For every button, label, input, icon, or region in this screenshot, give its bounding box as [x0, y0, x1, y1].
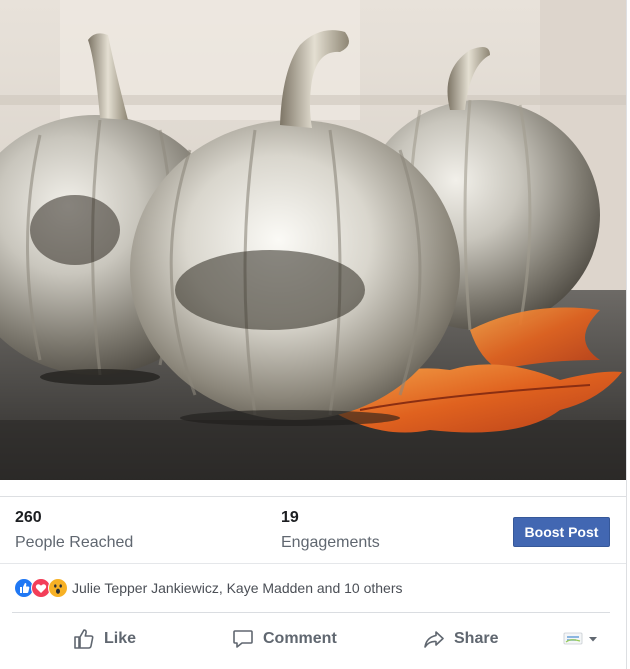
people-reached-count: 260 — [15, 509, 42, 526]
share-button[interactable]: Share — [422, 616, 498, 662]
page-avatar-icon — [563, 632, 583, 645]
people-reached-stat[interactable]: 260 People Reached — [15, 509, 133, 553]
pumpkins-photo-illustration — [0, 0, 626, 480]
people-reached-label: People Reached — [15, 534, 134, 551]
reactions-summary[interactable]: Julie Tepper Jankiewicz, Kaye Madden and… — [14, 573, 614, 603]
action-divider — [12, 612, 610, 613]
engagements-stat[interactable]: 19 Engagements — [281, 509, 380, 553]
reactors-summary-text[interactable]: Julie Tepper Jankiewicz, Kaye Madden and… — [72, 580, 403, 596]
share-label: Share — [454, 630, 499, 647]
reaction-icons — [14, 578, 68, 598]
boost-post-button[interactable]: Boost Post — [513, 517, 610, 547]
post-photo[interactable] — [0, 0, 626, 480]
engagements-count: 19 — [281, 509, 299, 526]
audience-selector[interactable] — [563, 631, 599, 647]
comment-label: Comment — [263, 630, 337, 647]
engagements-label: Engagements — [281, 534, 380, 551]
post-actions: Like Comment Share — [0, 616, 626, 662]
comment-bubble-icon — [233, 630, 253, 648]
share-arrow-icon — [424, 631, 444, 648]
post-insights: 260 People Reached 19 Engagements Boost … — [0, 496, 626, 564]
comment-button[interactable]: Comment — [231, 616, 337, 662]
wow-reaction-icon — [48, 578, 68, 598]
chevron-down-icon — [589, 637, 597, 642]
thumbs-up-icon — [74, 629, 94, 649]
facebook-post: 260 People Reached 19 Engagements Boost … — [0, 0, 627, 669]
like-button[interactable]: Like — [72, 616, 136, 662]
like-label: Like — [104, 630, 137, 647]
